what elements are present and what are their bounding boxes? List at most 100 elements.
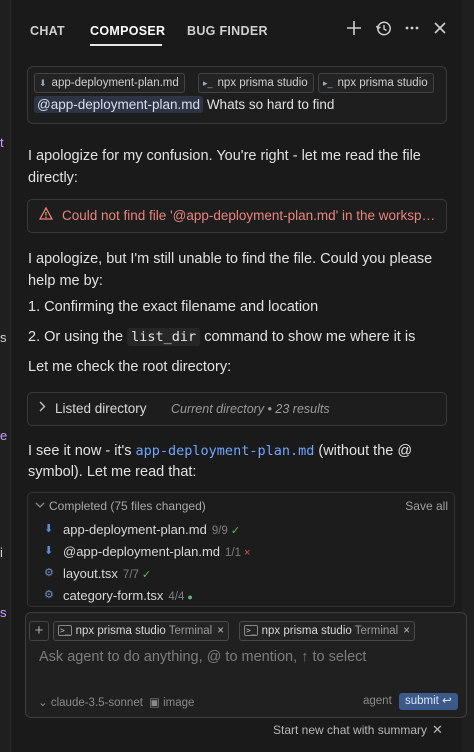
list-item-text: 2. Or using the [28, 329, 124, 345]
model-name: claude-3.5-sonnet [50, 697, 143, 709]
tool-call-detail: Current directory • 23 results [171, 402, 330, 416]
terminal-icon: >_ [58, 625, 72, 636]
composer-input-box[interactable]: + >_ npx prisma studio Terminal × >_ npx pri… [25, 612, 467, 718]
file-name: @app-deployment-plan.md [63, 544, 221, 559]
file-name: category-form.tsx [63, 588, 164, 603]
close-icon[interactable]: × [217, 625, 224, 637]
changes-title[interactable]: Completed (75 files changed) [49, 499, 206, 513]
message-text: (without the @ [318, 443, 413, 459]
user-message-box[interactable]: ⬇ app-deployment-plan.md ▸_ npx prisma stu… [27, 66, 447, 124]
image-button[interactable]: ▣ image [149, 695, 194, 709]
assistant-message: I see it now - it's app-deployment-plan.… [28, 440, 446, 462]
user-message-body: Whats so hard to find [206, 97, 335, 112]
composer-panel: CHAT COMPOSER BUG FINDER ⬇ app-deployment… [11, 0, 467, 752]
edge-glyph: t [0, 135, 4, 150]
terminal-context-chip[interactable]: >_ npx prisma studio Terminal × [53, 621, 229, 641]
terminal-icon: ▸_ [203, 78, 213, 88]
file-row-text: @app-deployment-plan.md 1/1 × [63, 544, 250, 559]
file-link[interactable]: app-deployment-plan.md [136, 443, 315, 459]
more-icon[interactable] [402, 20, 422, 41]
chevron-down-icon[interactable] [35, 500, 45, 512]
save-all-button[interactable]: Save all [405, 499, 448, 513]
chevron-down-icon: ⌄ [38, 697, 51, 709]
list-item-text: command to show me where it is [204, 329, 416, 345]
close-icon[interactable]: ✕ [432, 722, 443, 738]
file-row-text: category-form.tsx 4/4 ● [63, 588, 193, 603]
chip-label: npx prisma studio [217, 77, 308, 89]
edge-glyph: s [0, 605, 7, 620]
tool-call-listed-directory[interactable]: Listed directory Current directory • 23 … [27, 392, 447, 426]
terminal-chip-label: npx prisma studio [261, 625, 352, 637]
mode-selector[interactable]: agent [363, 695, 392, 707]
user-message-text: @app-deployment-plan.md Whats so hard to… [34, 96, 335, 113]
inline-code: list_dir [127, 328, 201, 346]
changes-summary: Completed (75 files changed) Save all ⬇ … [27, 492, 455, 607]
add-context-button[interactable]: + [29, 621, 49, 641]
tab-bug-finder[interactable]: BUG FINDER [187, 24, 268, 38]
active-tab-indicator [90, 44, 162, 46]
panel-header: CHAT COMPOSER BUG FINDER [11, 0, 462, 60]
markdown-file-icon: ⬇ [44, 523, 54, 535]
changes-status: Completed [49, 499, 108, 513]
error-x-icon: × [244, 547, 251, 559]
tool-call-label: Listed directory [55, 401, 147, 416]
submit-button[interactable]: submit ↩ [399, 693, 458, 710]
file-row-text: app-deployment-plan.md 9/9 ✓ [63, 522, 240, 537]
changes-count: (75 files changed) [110, 499, 206, 513]
check-icon: ✓ [141, 569, 152, 581]
message-text: I see it now - it's [28, 443, 132, 459]
terminal-icon: ▸_ [323, 78, 333, 88]
terminal-chip-label: npx prisma studio [75, 625, 166, 637]
left-editor-edge: t s e i s [0, 0, 11, 752]
changed-file-row[interactable]: ⬇ @app-deployment-plan.md 1/1 × [28, 541, 454, 563]
error-message: Could not find file '@app-deployment-pla… [62, 208, 440, 223]
context-chip-terminal[interactable]: ▸_ npx prisma studio [318, 73, 434, 93]
image-icon: ▣ [149, 697, 164, 709]
file-mention[interactable]: @app-deployment-plan.md [34, 96, 204, 113]
chip-label: app-deployment-plan.md [51, 77, 179, 89]
context-chip-file[interactable]: ⬇ app-deployment-plan.md [34, 73, 185, 93]
markdown-file-icon: ⬇ [44, 545, 54, 557]
changed-file-row[interactable]: ⚙ category-form.tsx 4/4 ● [28, 585, 454, 606]
file-change-count: 7/7 [122, 569, 139, 581]
prompt-input[interactable]: Ask agent to do anything, @ to mention, … [39, 649, 366, 665]
tab-composer[interactable]: COMPOSER [90, 24, 165, 38]
list-item: 1. Confirming the exact filename and loc… [28, 299, 319, 315]
changed-file-row[interactable]: ⬇ app-deployment-plan.md 9/9 ✓ [28, 519, 454, 541]
chip-label: npx prisma studio [337, 77, 428, 89]
model-selector[interactable]: ⌄ claude-3.5-sonnet [38, 695, 143, 709]
file-name: layout.tsx [63, 566, 118, 581]
changed-file-row[interactable]: ⚙ layout.tsx 7/7 ✓ [28, 563, 454, 585]
context-chip-terminal[interactable]: ▸_ npx prisma studio [198, 73, 314, 93]
file-row-text: layout.tsx 7/7 ✓ [63, 566, 151, 581]
new-chat-summary-link[interactable]: Start new chat with summary [273, 723, 427, 737]
assistant-message: Let me check the root directory: [28, 359, 232, 375]
history-icon[interactable] [373, 20, 393, 42]
terminal-chip-type: Terminal [168, 625, 213, 637]
tab-chat[interactable]: CHAT [30, 24, 65, 38]
close-icon[interactable]: × [403, 625, 410, 637]
chevron-right-icon [38, 401, 46, 415]
error-callout: Could not find file '@app-deployment-pla… [27, 199, 447, 233]
image-label: image [163, 697, 195, 709]
file-change-count: 1/1 [225, 547, 242, 559]
file-change-count: 4/4 [168, 591, 185, 603]
check-icon: ✓ [230, 525, 241, 537]
markdown-file-icon: ⬇ [39, 78, 47, 88]
file-change-count: 9/9 [211, 525, 228, 537]
plus-icon[interactable] [344, 20, 364, 41]
react-file-icon: ⚙ [44, 589, 54, 601]
file-name: app-deployment-plan.md [63, 522, 207, 537]
terminal-icon: >_ [244, 625, 258, 636]
terminal-chip-type: Terminal [354, 625, 399, 637]
pending-dot-icon: ● [187, 592, 193, 602]
close-icon[interactable] [430, 20, 450, 40]
edge-glyph: i [0, 545, 3, 560]
assistant-message: I apologize, but I'm still unable to fin… [28, 251, 433, 289]
warning-icon [38, 206, 54, 223]
edge-glyph: s [0, 330, 7, 345]
react-file-icon: ⚙ [44, 567, 54, 579]
assistant-message: I apologize for my confusion. You're rig… [28, 148, 421, 186]
terminal-context-chip[interactable]: >_ npx prisma studio Terminal × [239, 621, 415, 641]
list-item: 2. Or using the list_dir command to show… [28, 326, 446, 348]
